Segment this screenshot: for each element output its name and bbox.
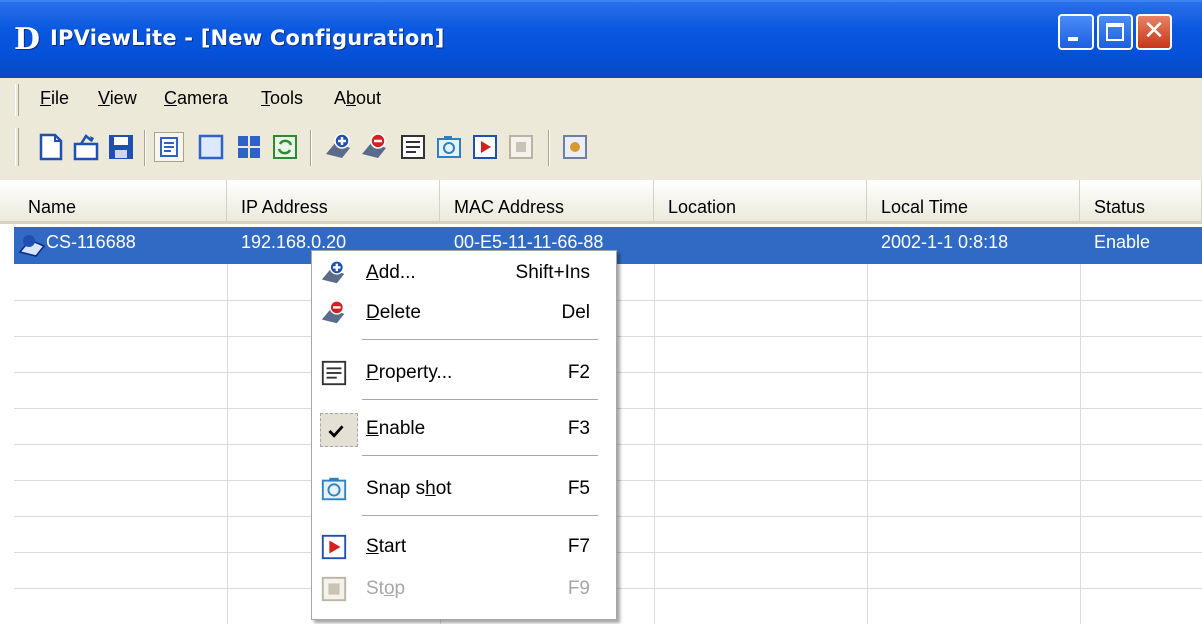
list-view-icon (160, 137, 178, 157)
menu-shortcut: F2 (567, 362, 590, 383)
minimize-icon (1068, 37, 1078, 41)
menu-label: Property... (366, 362, 453, 383)
single-view-icon (198, 134, 224, 160)
column-header-location[interactable]: Location (654, 180, 867, 224)
save-icon (109, 135, 133, 159)
single-view-button[interactable] (196, 132, 226, 162)
open-button[interactable] (72, 132, 102, 162)
stop-button[interactable] (506, 132, 536, 162)
settings-button[interactable] (560, 132, 590, 162)
quad-view-icon (238, 136, 260, 158)
context-menu: Add... Shift+Ins Delete Del Property... … (311, 250, 617, 620)
menu-shortcut: F3 (567, 418, 590, 439)
menu-label: Start (366, 536, 407, 557)
context-menu-add[interactable]: Add... Shift+Ins (312, 255, 616, 291)
row-local-time: 2002-1-1 0:8:18 (881, 232, 1009, 252)
grid-line (227, 264, 228, 624)
grid-line (867, 264, 868, 624)
column-header-status[interactable]: Status (1080, 180, 1202, 224)
toolbar-separator (548, 130, 550, 166)
new-icon (39, 133, 63, 161)
grid-line (1080, 264, 1081, 624)
context-menu-stop: Stop F9 (312, 571, 616, 607)
column-header-ip[interactable]: IP Address (227, 180, 440, 224)
menu-view[interactable]: View (98, 88, 137, 109)
column-header-mac[interactable]: MAC Address (440, 180, 654, 224)
refresh-icon (273, 135, 297, 159)
close-button[interactable]: ✕ (1136, 14, 1172, 50)
app-logo: D (14, 22, 41, 57)
snapshot-icon (437, 136, 461, 158)
close-icon: ✕ (1143, 16, 1165, 46)
open-icon (73, 134, 99, 161)
toolbar-separator (144, 130, 146, 166)
refresh-button[interactable] (270, 132, 300, 162)
add-camera-button[interactable] (322, 132, 352, 162)
start-icon (473, 135, 497, 159)
property-icon (321, 360, 347, 386)
window-title: IPViewLite - [New Configuration] (50, 26, 445, 50)
menu-label: Stop (366, 578, 406, 599)
row-status: Enable (1094, 232, 1151, 252)
grid-line (654, 264, 655, 624)
menu-label: Delete (366, 302, 421, 323)
camera-icon (18, 235, 46, 257)
menu-about[interactable]: About (334, 88, 381, 109)
toolbar-separator (310, 130, 312, 166)
delete-camera-button[interactable] (358, 132, 388, 162)
check-icon (328, 425, 344, 438)
menu-shortcut: F5 (567, 478, 590, 499)
add-camera-icon (321, 260, 345, 284)
column-header-local-time[interactable]: Local Time (867, 180, 1080, 224)
menu-label: Enable (366, 418, 426, 439)
menu-label: Snap shot (366, 478, 452, 499)
property-button[interactable] (398, 132, 428, 162)
menu-shortcut: Del (561, 302, 590, 323)
menu-shortcut: Shift+Ins (515, 262, 590, 283)
column-header-name[interactable]: Name (14, 180, 227, 224)
list-view-button[interactable] (154, 132, 184, 162)
menu-grip[interactable] (15, 84, 19, 116)
context-menu-delete[interactable]: Delete Del (312, 295, 616, 331)
stop-icon (509, 135, 533, 159)
quad-view-button[interactable] (234, 132, 264, 162)
menu-separator (362, 515, 598, 517)
snapshot-icon (321, 477, 347, 501)
new-button[interactable] (36, 132, 66, 162)
context-menu-snapshot[interactable]: Snap shot F5 (312, 471, 616, 507)
menu-tools[interactable]: Tools (261, 88, 303, 109)
delete-camera-icon (362, 133, 386, 158)
add-camera-icon (326, 133, 350, 158)
menu-camera[interactable]: Camera (164, 88, 228, 109)
delete-camera-icon (321, 300, 345, 324)
settings-icon (563, 135, 587, 159)
menu-separator (362, 455, 598, 457)
row-name: CS-116688 (46, 232, 136, 252)
stop-icon (321, 576, 347, 602)
context-menu-start[interactable]: Start F7 (312, 529, 616, 565)
menu-file[interactable]: File (40, 88, 69, 109)
context-menu-enable[interactable]: Enable F3 (312, 411, 616, 447)
snapshot-button[interactable] (434, 132, 464, 162)
menu-separator (362, 339, 598, 341)
menu-shortcut: F7 (567, 536, 590, 557)
save-button[interactable] (106, 132, 136, 162)
maximize-button[interactable] (1097, 14, 1133, 50)
title-bar[interactable]: D IPViewLite - [New Configuration] ✕ (0, 0, 1202, 80)
menu-shortcut: F9 (567, 578, 590, 599)
menu-bar: File View Camera Tools About (0, 78, 1202, 122)
toolbar-grip[interactable] (15, 128, 19, 166)
minimize-button[interactable] (1058, 14, 1094, 50)
menu-label: Add... (366, 262, 416, 283)
context-menu-property[interactable]: Property... F2 (312, 355, 616, 391)
menu-separator (362, 399, 598, 401)
toolbar (0, 122, 1202, 180)
property-icon (401, 135, 425, 159)
start-icon (321, 534, 347, 560)
start-button[interactable] (470, 132, 500, 162)
maximize-icon (1106, 23, 1124, 41)
